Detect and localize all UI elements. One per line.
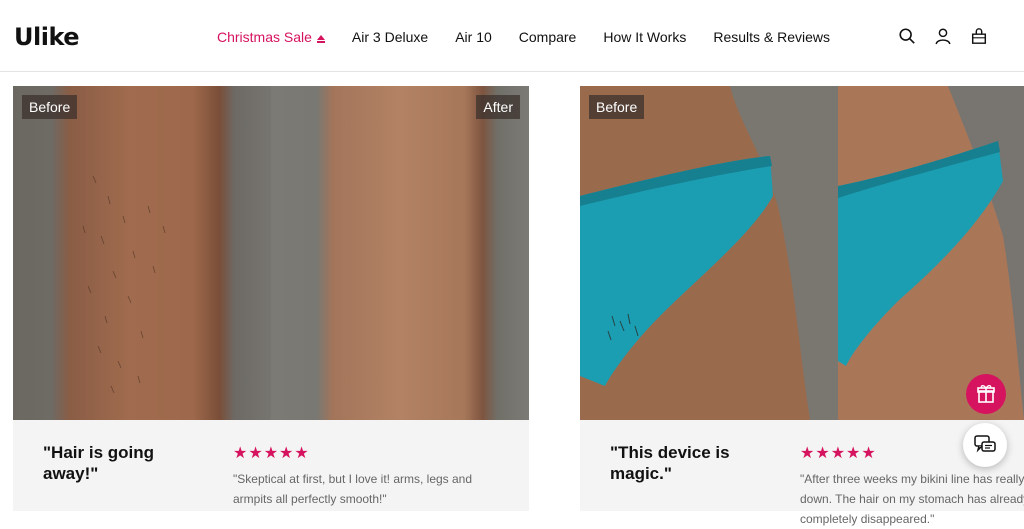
- review-text: "Skeptical at first, but I love it! arms…: [233, 472, 473, 506]
- chat-button[interactable]: [963, 423, 1007, 467]
- review-card-legs: Before After "Hair is going away!" ★★★★★…: [13, 86, 529, 511]
- gift-icon: [977, 385, 995, 403]
- sale-chevron-icon: [316, 35, 325, 43]
- after-tag: After: [476, 95, 520, 119]
- nav-item-compare[interactable]: Compare: [519, 29, 577, 45]
- nav-item-christmas-sale[interactable]: Christmas Sale: [217, 29, 325, 45]
- before-tag: Before: [22, 95, 78, 119]
- before-after-photo: Before: [580, 86, 1024, 420]
- review-card-bikini: Before "This device is magic." ★★★★★ "Af…: [580, 86, 1024, 526]
- before-tag: Before: [589, 95, 645, 119]
- main-nav: Christmas Sale Air 3 Deluxe Air 10 Compa…: [217, 29, 857, 45]
- nav-item-how-it-works[interactable]: How It Works: [603, 29, 686, 45]
- nav-item-air-10[interactable]: Air 10: [455, 29, 492, 45]
- after-photo: [838, 86, 1024, 420]
- site-header: Ulike Christmas Sale Air 3 Deluxe Air 10…: [0, 0, 1024, 72]
- brand-logo[interactable]: Ulike: [14, 23, 80, 51]
- hair-texture: [82, 175, 166, 394]
- before-after-photo: Before After: [13, 86, 529, 420]
- bikini-illustration: [838, 86, 1024, 420]
- nav-item-air-3-deluxe[interactable]: Air 3 Deluxe: [352, 29, 428, 45]
- review-quote: "Hair is going away!": [43, 443, 155, 483]
- account-icon[interactable]: [934, 26, 952, 46]
- after-photo: [271, 86, 529, 420]
- star-rating: ★★★★★: [233, 445, 310, 462]
- before-photo: [580, 86, 838, 420]
- before-photo: [13, 86, 271, 420]
- search-icon[interactable]: [898, 26, 916, 46]
- review-text: "After three weeks my bikini line has re…: [800, 472, 1024, 526]
- review-block: ★★★★★ "Skeptical at first, but I love it…: [233, 443, 473, 509]
- bikini-illustration: [580, 86, 810, 420]
- cart-icon[interactable]: [970, 26, 988, 46]
- chat-icon: [974, 435, 996, 453]
- nav-item-results-reviews[interactable]: Results & Reviews: [713, 29, 830, 45]
- gift-button[interactable]: [966, 374, 1006, 414]
- review-quote: "This device is magic.": [610, 443, 730, 483]
- header-actions: [898, 26, 988, 46]
